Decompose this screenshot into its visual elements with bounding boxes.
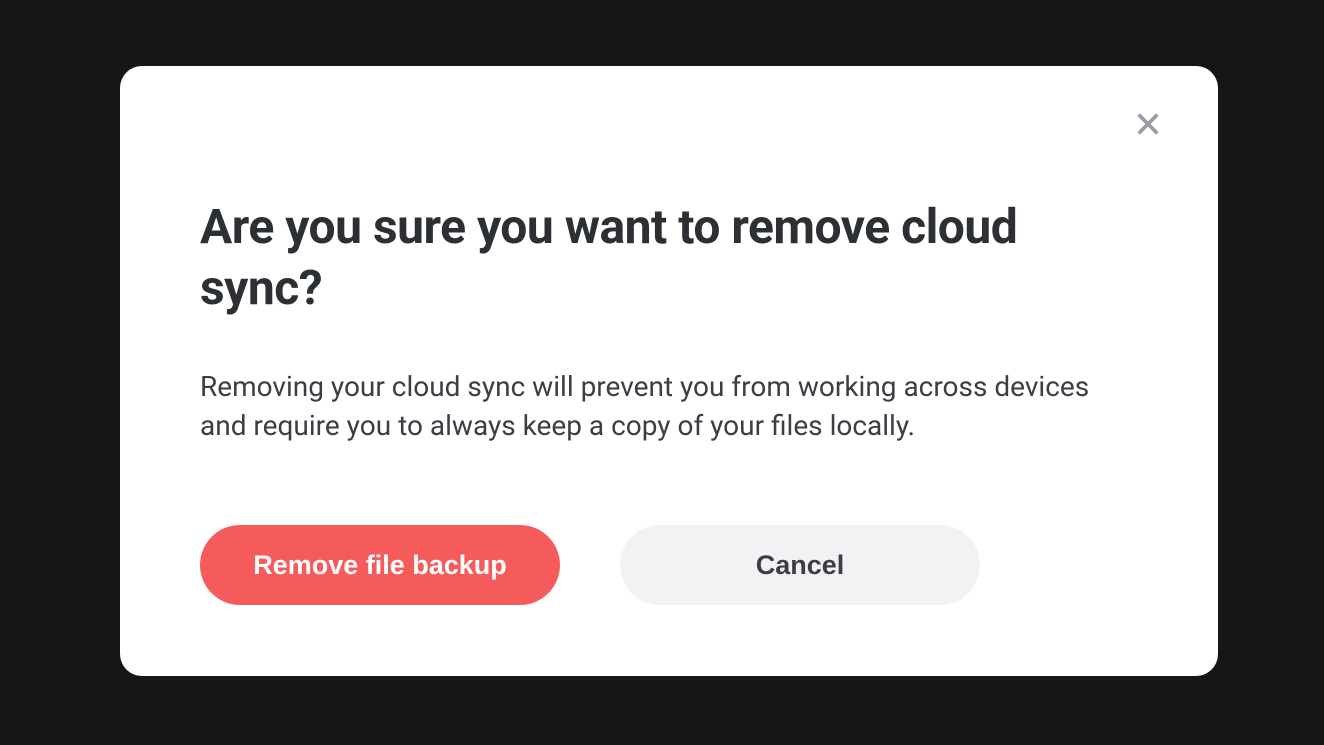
cancel-button[interactable]: Cancel (620, 525, 980, 605)
confirm-dialog: Are you sure you want to remove cloud sy… (120, 66, 1218, 676)
dialog-title: Are you sure you want to remove cloud sy… (200, 196, 1080, 319)
remove-file-backup-button[interactable]: Remove file backup (200, 525, 560, 605)
dialog-actions: Remove file backup Cancel (200, 525, 1138, 605)
dialog-body: Removing your cloud sync will prevent yo… (200, 367, 1120, 445)
close-button[interactable] (1128, 106, 1168, 146)
close-icon (1134, 110, 1162, 142)
